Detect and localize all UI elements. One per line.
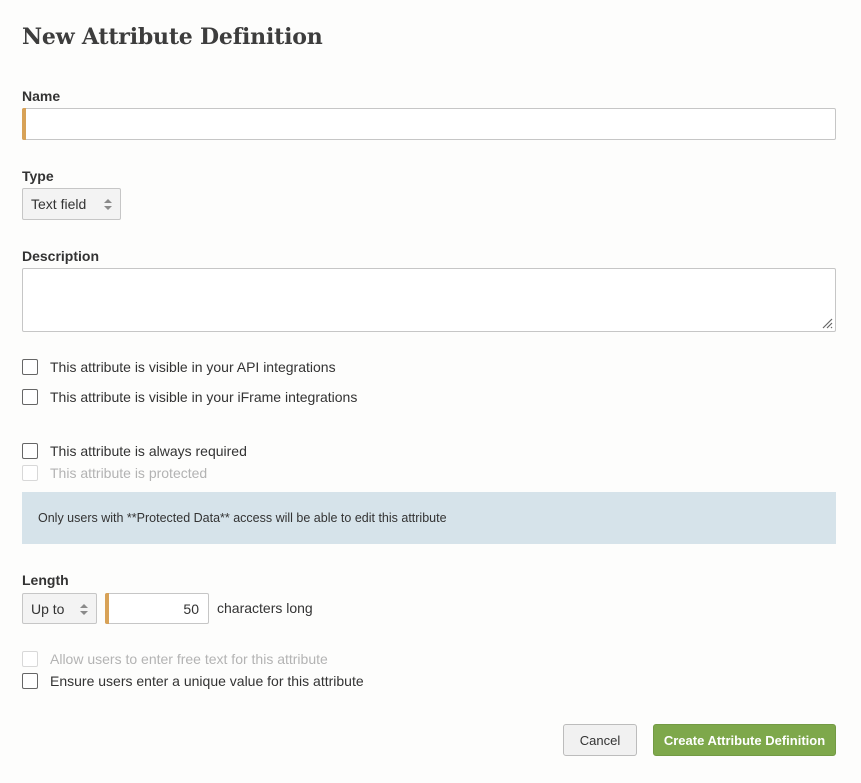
iframe-visible-checkbox[interactable]	[22, 389, 38, 405]
free-text-label: Allow users to enter free text for this …	[50, 651, 328, 667]
protected-checkbox	[22, 465, 38, 481]
protected-notice: Only users with **Protected Data** acces…	[22, 492, 836, 544]
always-required-row[interactable]: This attribute is always required	[22, 443, 247, 459]
iframe-visible-row[interactable]: This attribute is visible in your iFrame…	[22, 389, 357, 405]
description-label: Description	[22, 248, 100, 264]
free-text-checkbox	[22, 651, 38, 667]
always-required-checkbox[interactable]	[22, 443, 38, 459]
cancel-button[interactable]: Cancel	[563, 724, 637, 756]
length-label: Length	[22, 572, 69, 588]
type-label: Type	[22, 168, 54, 184]
resize-grip-icon[interactable]	[821, 317, 833, 329]
length-mode-value: Up to	[31, 601, 65, 617]
length-mode-select[interactable]: Up to	[22, 593, 97, 624]
select-arrows-icon	[104, 199, 112, 210]
protected-row: This attribute is protected	[22, 465, 207, 481]
iframe-visible-label[interactable]: This attribute is visible in your iFrame…	[50, 389, 357, 405]
unique-value-row[interactable]: Ensure users enter a unique value for th…	[22, 673, 364, 689]
name-input[interactable]	[22, 108, 836, 140]
page-title: New Attribute Definition	[22, 24, 323, 50]
type-select[interactable]: Text field	[22, 188, 121, 220]
name-label: Name	[22, 88, 61, 104]
length-suffix: characters long	[217, 600, 313, 616]
unique-value-checkbox[interactable]	[22, 673, 38, 689]
api-visible-row[interactable]: This attribute is visible in your API in…	[22, 359, 336, 375]
description-textarea[interactable]	[22, 268, 836, 332]
free-text-row: Allow users to enter free text for this …	[22, 651, 328, 667]
length-value-input[interactable]: 50	[105, 593, 209, 624]
unique-value-label[interactable]: Ensure users enter a unique value for th…	[50, 673, 364, 689]
length-value: 50	[183, 601, 199, 617]
api-visible-checkbox[interactable]	[22, 359, 38, 375]
protected-label: This attribute is protected	[50, 465, 208, 481]
select-arrows-icon	[80, 604, 88, 615]
api-visible-label[interactable]: This attribute is visible in your API in…	[50, 359, 336, 375]
create-attribute-definition-button[interactable]: Create Attribute Definition	[653, 724, 836, 756]
type-select-value: Text field	[31, 196, 87, 212]
always-required-label[interactable]: This attribute is always required	[50, 443, 247, 459]
